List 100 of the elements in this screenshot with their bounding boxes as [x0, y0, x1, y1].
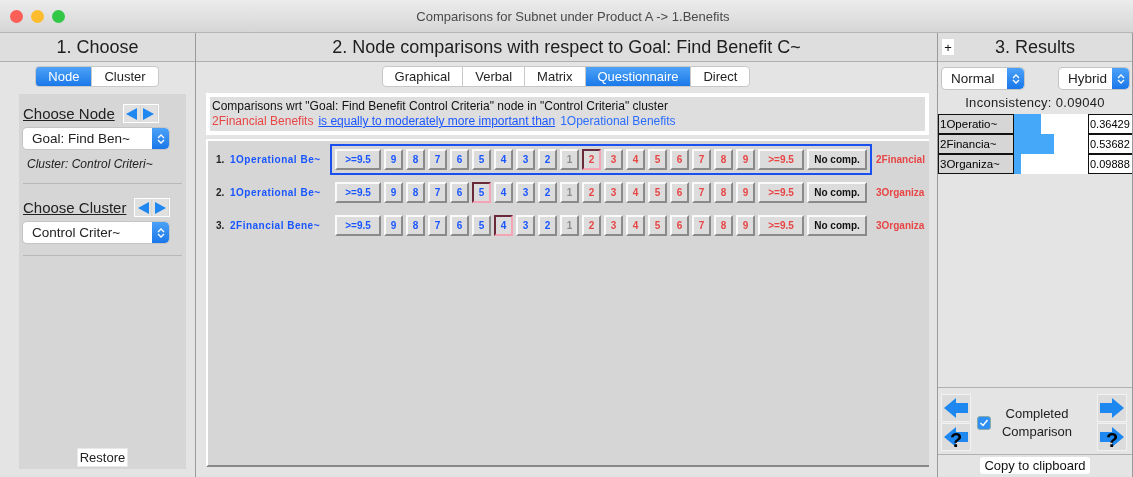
result-label: 3Organiza~	[938, 154, 1014, 174]
scale-button[interactable]: 4	[626, 182, 645, 203]
scale-button[interactable]: 7	[692, 182, 711, 203]
close-button[interactable]	[10, 9, 23, 23]
left-triangle-icon	[125, 106, 139, 121]
scale-button[interactable]: 4	[494, 182, 513, 203]
panel-heading: 1. Choose	[56, 36, 139, 58]
scale-button[interactable]: 7	[692, 215, 711, 236]
scale-button[interactable]: 9	[384, 215, 403, 236]
scale-button[interactable]: 2	[582, 215, 601, 236]
right-triangle-icon	[153, 200, 167, 215]
view-tab[interactable]: Verbal	[462, 66, 526, 87]
scale-button[interactable]: 6	[670, 182, 689, 203]
scale-button[interactable]: >=9.5	[758, 182, 804, 203]
restore-button[interactable]: Restore	[76, 448, 129, 467]
next-button[interactable]	[152, 199, 169, 216]
scale-button[interactable]: 2	[538, 215, 557, 236]
scale-button[interactable]: 5	[472, 182, 491, 203]
completed-checkbox[interactable]	[977, 415, 991, 430]
back-button[interactable]	[941, 394, 971, 422]
node-select[interactable]: Goal: Find Ben~	[23, 128, 169, 149]
scale-button[interactable]: 2	[538, 149, 557, 170]
scale-button[interactable]: 5	[472, 215, 491, 236]
result-label: 1Operatio~	[938, 114, 1014, 134]
window-title: Comparisons for Subnet under Product A -> 1.Benefits	[415, 8, 731, 24]
row-number: 3.	[215, 220, 226, 231]
scale-button[interactable]: 6	[450, 215, 469, 236]
priority-value: 0.53682	[1088, 134, 1132, 154]
scale-button[interactable]: 3	[516, 182, 535, 203]
scale-button[interactable]: 5	[648, 149, 667, 170]
scale-button[interactable]: >=9.5	[758, 215, 804, 236]
right-triangle-icon	[142, 106, 156, 121]
mode-tab[interactable]: Node	[35, 66, 93, 87]
forward-button[interactable]	[1097, 394, 1127, 422]
scale-button[interactable]: No comp.	[807, 182, 867, 203]
scale-button[interactable]: 9	[736, 182, 755, 203]
zoom-button[interactable]	[52, 9, 65, 23]
section-heading: Choose Cluster	[23, 199, 127, 216]
view-tab[interactable]: Questionnaire	[584, 66, 692, 87]
scale-button[interactable]: >=9.5	[335, 149, 381, 170]
view-tab[interactable]: Graphical	[381, 66, 464, 87]
scale-button[interactable]: 1	[560, 182, 579, 203]
left-node-label: 1Operational Be~	[230, 187, 322, 198]
scale-button[interactable]: 7	[692, 149, 711, 170]
scale-button[interactable]: 8	[714, 149, 733, 170]
result-label: 2Financia~	[938, 134, 1014, 154]
scale-button[interactable]: 6	[670, 215, 689, 236]
row-number: 2.	[215, 187, 226, 198]
scale-button[interactable]: 6	[450, 149, 469, 170]
scale-button[interactable]: >=9.5	[335, 215, 381, 236]
previous-button[interactable]	[135, 199, 152, 216]
scale-button[interactable]: 8	[406, 149, 425, 170]
scale-button[interactable]: 9	[384, 149, 403, 170]
scale-button[interactable]: 3	[516, 149, 535, 170]
scale-button[interactable]: No comp.	[807, 149, 867, 170]
scale-button[interactable]: 2	[582, 149, 601, 170]
scale-button[interactable]: >=9.5	[758, 149, 804, 170]
scale-button[interactable]: 3	[516, 215, 535, 236]
scale-button[interactable]: 4	[494, 149, 513, 170]
scale-button[interactable]: 8	[714, 215, 733, 236]
mode-tab[interactable]: Cluster	[91, 66, 159, 87]
scale-button[interactable]: 8	[406, 215, 425, 236]
scale-button[interactable]: 2	[582, 182, 601, 203]
judgment-link[interactable]: is equally to moderately more important than	[318, 114, 556, 129]
scale-button[interactable]: 4	[626, 149, 645, 170]
type-select[interactable]: Hybrid	[1059, 68, 1129, 89]
scale-button[interactable]: No comp.	[807, 215, 867, 236]
scale-button[interactable]: 5	[472, 149, 491, 170]
view-tab[interactable]: Matrix	[524, 66, 586, 87]
scale-button[interactable]: 9	[736, 149, 755, 170]
next-button[interactable]	[140, 105, 157, 122]
scale-button[interactable]: 4	[626, 215, 645, 236]
node-label: 2Financial Benefits	[212, 114, 314, 129]
scale-button[interactable]: 8	[406, 182, 425, 203]
scale-button[interactable]: 6	[450, 182, 469, 203]
scale-button[interactable]: 5	[648, 215, 667, 236]
scale-button[interactable]: 1	[560, 215, 579, 236]
scale-button[interactable]: 3	[604, 215, 623, 236]
mode-select[interactable]: Normal	[942, 68, 1024, 89]
scale-button[interactable]: 4	[494, 215, 513, 236]
right-arrow-icon	[1099, 397, 1125, 419]
scale-button[interactable]: 7	[428, 182, 447, 203]
scale-button[interactable]: 9	[384, 182, 403, 203]
scale-button[interactable]: 7	[428, 215, 447, 236]
cluster-select[interactable]: Control Criter~	[23, 222, 169, 243]
add-button[interactable]: +	[941, 38, 955, 56]
scale-button[interactable]: 5	[648, 182, 667, 203]
scale-button[interactable]: 3	[604, 149, 623, 170]
scale-button[interactable]: 2	[538, 182, 557, 203]
scale-button[interactable]: 7	[428, 149, 447, 170]
scale-button[interactable]: 6	[670, 149, 689, 170]
scale-button[interactable]: 8	[714, 182, 733, 203]
scale-button[interactable]: >=9.5	[335, 182, 381, 203]
copy-button[interactable]: Copy to clipboard	[980, 457, 1090, 474]
scale-button[interactable]: 3	[604, 182, 623, 203]
priority-value: 0.36429	[1088, 114, 1132, 134]
scale-button[interactable]: 9	[736, 215, 755, 236]
scale-button[interactable]: 1	[560, 149, 579, 170]
previous-button[interactable]	[123, 105, 140, 122]
view-tab[interactable]: Direct	[690, 66, 751, 87]
